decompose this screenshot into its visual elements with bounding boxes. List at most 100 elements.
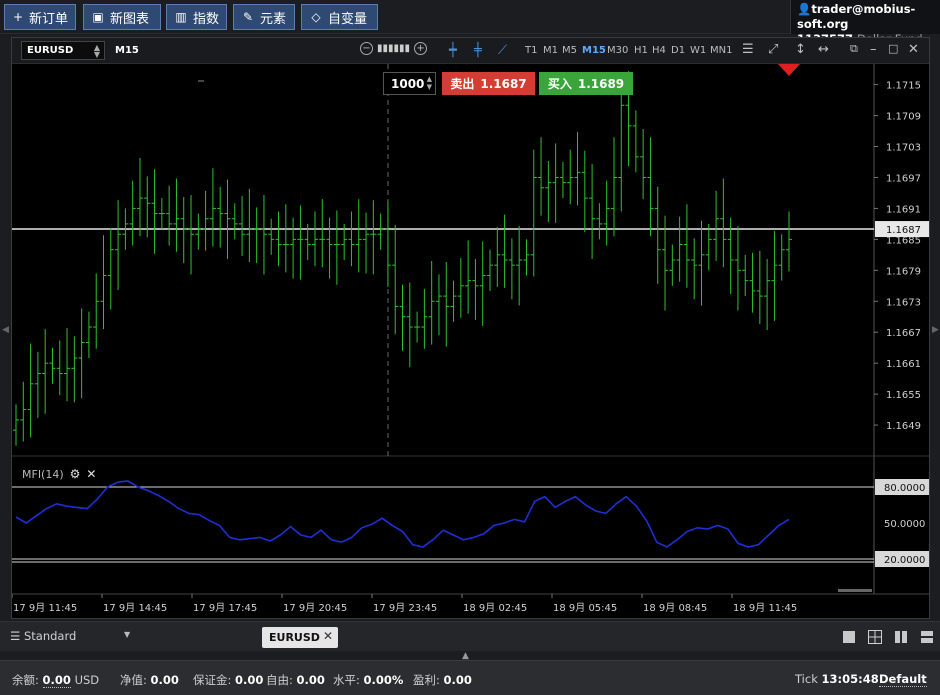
indicators-button[interactable]: ▥ 指数	[166, 4, 227, 30]
equity: 净值: 0.00	[120, 673, 179, 687]
tab-eurusd[interactable]: EURUSD ✕	[262, 627, 338, 648]
tf-m5[interactable]: M5	[562, 45, 577, 56]
tab-eurusd-label: EURUSD	[269, 631, 320, 644]
margin-value: 0.00	[235, 673, 264, 687]
tf-h4[interactable]: H4	[652, 45, 666, 56]
tf-t1[interactable]: T1	[525, 45, 537, 56]
indicators-label: 指数	[192, 11, 219, 27]
maximize-icon[interactable]: □	[888, 42, 898, 55]
price-tick-label: 1.1655	[886, 390, 921, 401]
status-bar: 余额: 0.00 USD 净值: 0.00 保证金: 0.00 自由: 0.00…	[0, 660, 940, 695]
spinner-icon[interactable]: ▲ ▼	[427, 75, 432, 91]
account-email: trader@mobius-soft.org	[797, 2, 916, 31]
time-tick-label: 18 9月 02:45	[463, 602, 527, 614]
price-tick-label: 1.1661	[886, 359, 921, 370]
menu-icon[interactable]: ☰	[742, 42, 754, 57]
expand-diagonal-icon[interactable]: ⤢	[768, 42, 778, 57]
layout-rows-icon[interactable]	[920, 630, 934, 644]
equity-value: 0.00	[150, 673, 179, 687]
time-tick-label: 17 9月 17:45	[193, 602, 257, 614]
line-style-icon[interactable]: ⟋	[498, 43, 507, 58]
price-tick-label: 1.1691	[886, 204, 921, 215]
layout-grid-icon[interactable]	[868, 630, 882, 644]
time-tick-label: 17 9月 20:45	[283, 602, 347, 614]
zoom-in-icon[interactable]: +	[414, 42, 428, 55]
sell-price: 1.1687	[480, 76, 527, 91]
symbol-select[interactable]: EURUSD ▲ ▼	[21, 41, 105, 60]
diamond-icon: ◇	[311, 10, 321, 24]
vertical-resize-icon[interactable]: ↕	[795, 42, 806, 57]
pencil-icon: ✎	[242, 10, 254, 24]
zoom-slider[interactable]: ▮▮▮▮▮▮	[377, 43, 410, 54]
tf-mn1[interactable]: MN1	[710, 45, 732, 56]
quantity-input[interactable]: 1000 ▲ ▼	[383, 72, 436, 95]
layout-columns-icon[interactable]	[894, 630, 908, 644]
price-tick-label: 1.1679	[886, 266, 921, 277]
scroll-thumb	[838, 589, 872, 592]
elements-label: 元素	[260, 11, 287, 27]
tf-m1[interactable]: M1	[543, 45, 558, 56]
timeframe-label: M15	[115, 45, 139, 56]
close-icon[interactable]: ✕	[908, 42, 919, 57]
free-margin: 自由: 0.00	[266, 673, 325, 687]
horizontal-resize-icon[interactable]: ↔	[818, 42, 829, 57]
time-tick-label: 17 9月 11:45	[13, 602, 77, 614]
buy-label: 买入	[547, 77, 572, 91]
symbol-value: EURUSD	[27, 45, 74, 56]
candle-style-icon[interactable]: ╪	[474, 43, 482, 58]
gear-icon[interactable]: ⚙	[70, 467, 81, 481]
new-chart-button[interactable]: ▣ 新图表	[83, 4, 161, 30]
mfi-header: MFI(14) ⚙ ✕	[22, 467, 96, 481]
close-icon[interactable]: ✕	[86, 467, 96, 481]
sell-button[interactable]: 卖出 1.1687	[442, 72, 535, 95]
tf-h1[interactable]: H1	[634, 45, 648, 56]
current-price-label: 1.1687	[886, 225, 921, 236]
tf-m15[interactable]: M15	[582, 45, 606, 56]
left-collapse-icon[interactable]: ◀	[2, 325, 9, 335]
variables-button[interactable]: ◇ 自变量	[301, 4, 378, 30]
price-tick-label: 1.1697	[886, 173, 921, 184]
quantity-value: 1000	[391, 76, 425, 91]
main-toolbar: + 新订单 ▣ 新图表 ▥ 指数 ✎ 元素 ◇ 自变量 👤trader@mobi…	[0, 0, 940, 46]
currency: USD	[74, 673, 100, 687]
layout-single-icon[interactable]	[842, 630, 856, 644]
mfi-level-label: 50.0000	[884, 519, 925, 530]
plus-icon: +	[12, 10, 24, 24]
new-order-button[interactable]: + 新订单	[4, 4, 76, 30]
new-chart-label: 新图表	[110, 11, 150, 27]
time-tick-label: 18 9月 05:45	[553, 602, 617, 614]
chart-plot[interactable]: 1.1715 1.1709 1.1703 1.1697 1.1691 1.1685 1.16…	[11, 64, 929, 618]
price-tick-label: 1.1667	[886, 328, 921, 339]
close-tab-icon[interactable]: ✕	[323, 629, 333, 643]
chevron-down-icon[interactable]: ▼	[124, 630, 130, 639]
profile-select[interactable]: Default	[879, 672, 927, 687]
bar-style-icon[interactable]: ┿	[449, 43, 457, 58]
mfi-line	[15, 480, 790, 548]
tf-m30[interactable]: M30	[607, 45, 628, 56]
minimize-icon[interactable]: –	[870, 42, 877, 57]
balance-value: 0.00	[42, 673, 71, 688]
time-tick-label: 18 9月 11:45	[733, 602, 797, 614]
variables-label: 自变量	[328, 11, 368, 27]
tf-d1[interactable]: D1	[671, 45, 685, 56]
bar-chart-icon: ▥	[175, 10, 187, 24]
level-value: 0.00%	[363, 673, 404, 687]
elements-button[interactable]: ✎ 元素	[233, 4, 295, 30]
preset-menu-icon[interactable]: ☰ Standard	[10, 629, 76, 643]
popout-icon[interactable]: ⧉	[850, 42, 858, 56]
profit: 盈利: 0.00	[413, 673, 472, 687]
account-info[interactable]: 👤trader@mobius-soft.org 1137577Dollar Fu…	[790, 0, 940, 46]
right-collapse-icon[interactable]: ▶	[932, 325, 939, 335]
buy-button[interactable]: 买入 1.1689	[539, 72, 633, 95]
price-tick-label: 1.1709	[886, 112, 921, 123]
free-value: 0.00	[296, 673, 325, 687]
time-tick-label: 17 9月 23:45	[373, 602, 437, 614]
mfi-label: MFI(14)	[22, 467, 64, 481]
price-tick-label: 1.1715	[886, 81, 921, 92]
zoom-out-icon[interactable]: −	[360, 42, 373, 55]
chart-window: EURUSD ▲ ▼ M15 − ▮▮▮▮▮▮ + ┿ ╪ ⟋ T1 M1 M5 …	[11, 37, 930, 619]
mfi-level-label: 20.0000	[884, 555, 925, 566]
spinner-icon: ▲ ▼	[93, 43, 100, 59]
tf-w1[interactable]: W1	[690, 45, 706, 56]
zoom-control: − ▮▮▮▮▮▮ +	[360, 42, 428, 55]
